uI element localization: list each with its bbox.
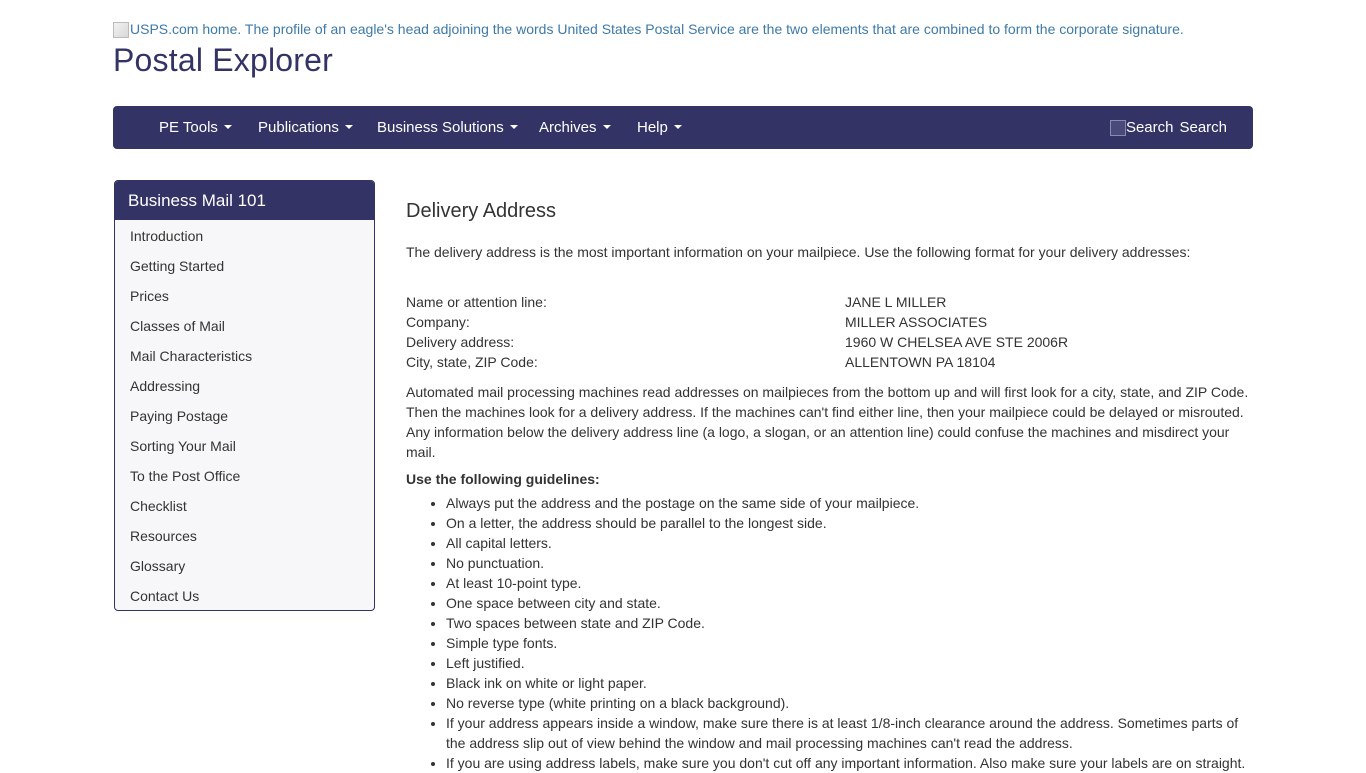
caret-down-icon [602, 125, 611, 130]
sidebar-item-contact-us[interactable]: Contact Us [115, 581, 374, 610]
address-row-value: ALLENTOWN PA 18104 [845, 354, 996, 370]
nav-archives[interactable]: Archives [539, 106, 611, 149]
nav-label: PE Tools [159, 119, 218, 136]
site-title: Postal Explorer [113, 42, 333, 78]
list-item: No punctuation. [446, 553, 1256, 573]
table-row: Name or attention line: JANE L MILLER [406, 292, 1256, 312]
search-icon [1109, 119, 1126, 136]
list-item: No reverse type (white printing on a bla… [446, 693, 1256, 713]
nav-label: Business Solutions [377, 119, 504, 136]
table-row: Company: MILLER ASSOCIATES [406, 312, 1256, 332]
list-item: Two spaces between state and ZIP Code. [446, 613, 1256, 633]
nav-publications[interactable]: Publications [258, 106, 353, 149]
sidebar-item-paying-postage[interactable]: Paying Postage [115, 401, 374, 431]
usps-home-logo-link[interactable]: USPS.com home. The profile of an eagle's… [113, 21, 1184, 38]
search-img-alt: Search [1125, 119, 1174, 136]
list-item: At least 10-point type. [446, 573, 1256, 593]
sidebar-item-sorting-your-mail[interactable]: Sorting Your Mail [115, 431, 374, 461]
sidebar-item-addressing[interactable]: Addressing [115, 371, 374, 401]
sidebar-item-getting-started[interactable]: Getting Started [115, 251, 374, 281]
page-heading: Delivery Address [406, 200, 557, 222]
address-row-value: MILLER ASSOCIATES [845, 314, 988, 330]
address-row-label: Delivery address: [406, 334, 515, 350]
list-item: If your address appears inside a window,… [446, 713, 1256, 753]
nav-label: Publications [258, 119, 339, 136]
logo-alt-text: USPS.com home. The profile of an eagle's… [130, 21, 1184, 37]
broken-image-icon [113, 22, 129, 38]
sidebar-title: Business Mail 101 [115, 181, 374, 220]
sidebar-item-introduction[interactable]: Introduction [115, 221, 374, 251]
list-item: All capital letters. [446, 533, 1256, 553]
sidebar-item-glossary[interactable]: Glossary [115, 551, 374, 581]
machine-reading-paragraph: Automated mail processing machines read … [406, 384, 1249, 460]
address-format-table: Name or attention line: JANE L MILLER Co… [406, 292, 1256, 372]
list-item: Left justified. [446, 653, 1256, 673]
list-item: Simple type fonts. [446, 633, 1256, 653]
address-row-label: Company: [406, 314, 470, 330]
nav-label: Help [637, 119, 668, 136]
sidebar-item-classes-of-mail[interactable]: Classes of Mail [115, 311, 374, 341]
main-navbar: PE Tools Publications Business Solutions… [113, 106, 1253, 149]
nav-label: Archives [539, 119, 597, 136]
intro-text: The delivery address is the most importa… [406, 244, 1191, 260]
caret-down-icon [344, 125, 353, 130]
list-item: If you are using address labels, make su… [446, 753, 1256, 773]
list-item: On a letter, the address should be paral… [446, 513, 1256, 533]
address-row-value: 1960 W CHELSEA AVE STE 2006R [845, 334, 1069, 350]
nav-business-solutions[interactable]: Business Solutions [377, 106, 518, 149]
sidebar-business-mail-101: Business Mail 101 Introduction Getting S… [114, 180, 375, 611]
guidelines-heading: Use the following guidelines: [406, 471, 600, 487]
address-row-value: JANE L MILLER [845, 294, 947, 310]
caret-down-icon [509, 125, 518, 130]
nav-pe-tools[interactable]: PE Tools [159, 106, 232, 149]
list-item: One space between city and state. [446, 593, 1256, 613]
sidebar-item-to-the-post-office[interactable]: To the Post Office [115, 461, 374, 491]
search-label: Search [1179, 119, 1227, 136]
table-row: City, state, ZIP Code: ALLENTOWN PA 1810… [406, 352, 1256, 372]
nav-help[interactable]: Help [637, 106, 682, 149]
sidebar-item-mail-characteristics[interactable]: Mail Characteristics [115, 341, 374, 371]
guidelines-list: Always put the address and the postage o… [406, 493, 1256, 773]
sidebar-item-checklist[interactable]: Checklist [115, 491, 374, 521]
address-row-label: City, state, ZIP Code: [406, 354, 538, 370]
main-content: Delivery Address The delivery address is… [406, 196, 1256, 771]
sidebar-item-prices[interactable]: Prices [115, 281, 374, 311]
list-item: Always put the address and the postage o… [446, 493, 1256, 513]
caret-down-icon [673, 125, 682, 130]
sidebar-item-resources[interactable]: Resources [115, 521, 374, 551]
search-link[interactable]: Search Search [1109, 106, 1227, 149]
list-item: Black ink on white or light paper. [446, 673, 1256, 693]
caret-down-icon [223, 125, 232, 130]
table-row: Delivery address: 1960 W CHELSEA AVE STE… [406, 332, 1256, 352]
sidebar-nav-list: Introduction Getting Started Prices Clas… [115, 221, 374, 610]
address-row-label: Name or attention line: [406, 294, 547, 310]
